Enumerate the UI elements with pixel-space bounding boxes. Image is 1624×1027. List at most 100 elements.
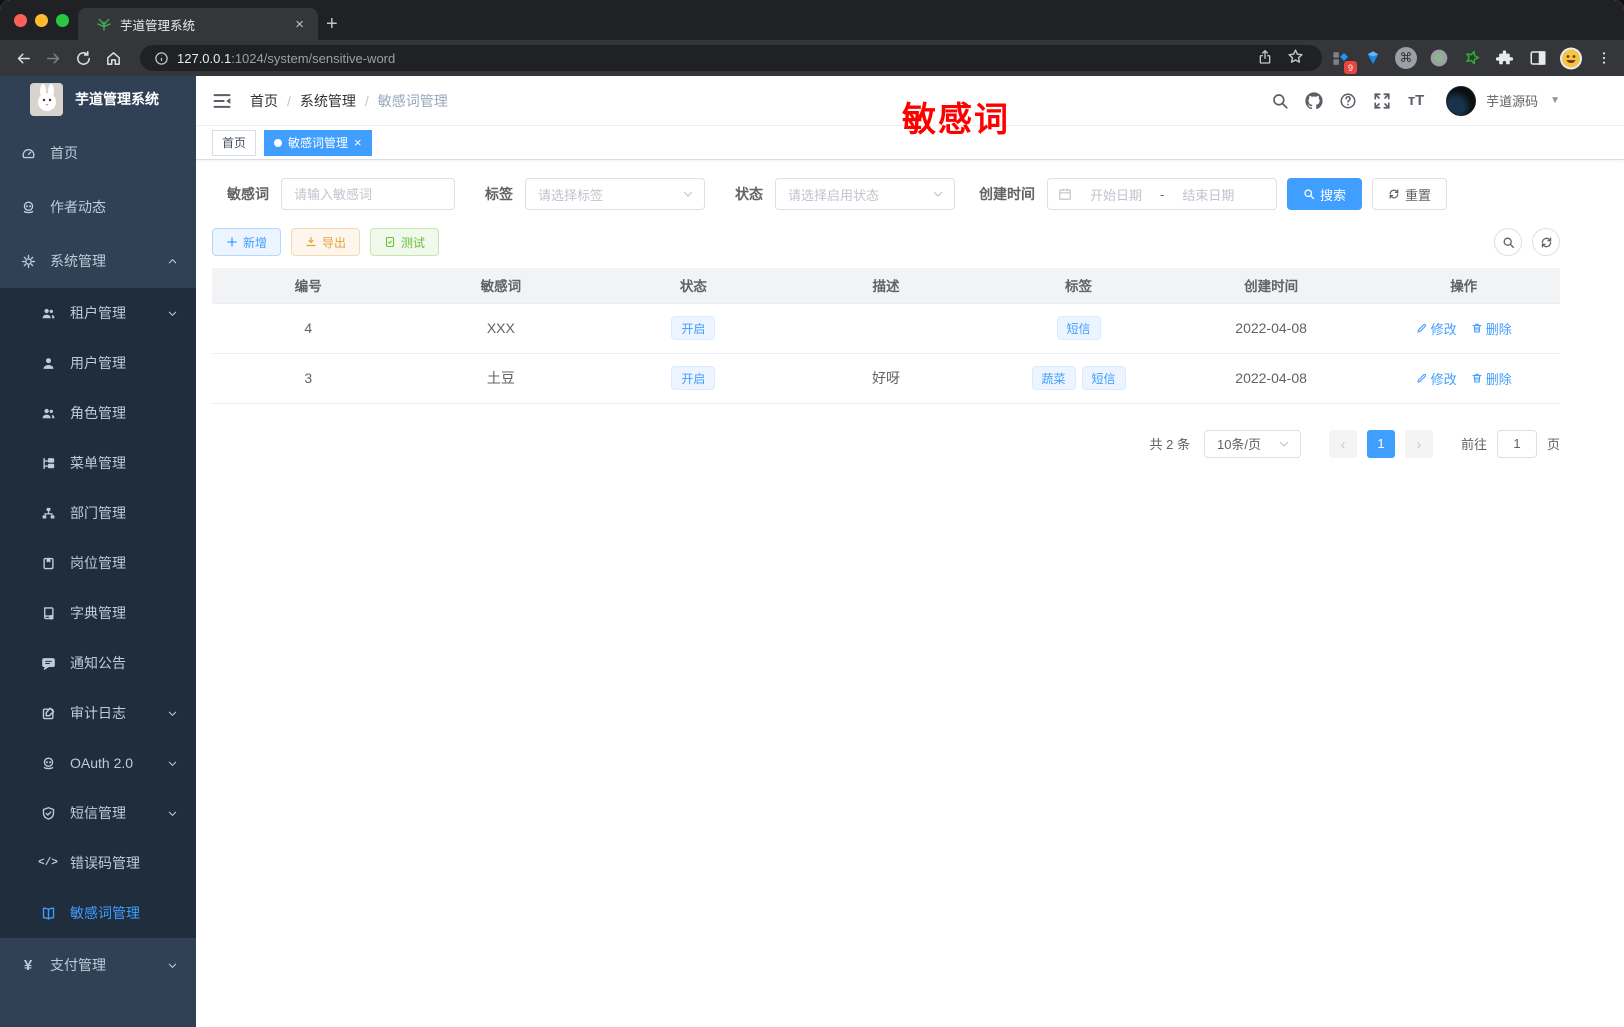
- breadcrumb-item-0[interactable]: 首页: [250, 91, 278, 111]
- user-icon: [40, 355, 56, 371]
- sidebar-toggle-icon[interactable]: [212, 90, 234, 112]
- current-page[interactable]: 1: [1366, 429, 1395, 458]
- reload-icon[interactable]: [68, 43, 98, 73]
- share-icon[interactable]: [1257, 49, 1273, 68]
- sidebar-item-notice[interactable]: 通知公告: [0, 638, 196, 688]
- extension-badge: 9: [1344, 61, 1357, 74]
- goto-label: 前往: [1460, 437, 1487, 452]
- user-avatar[interactable]: [1446, 85, 1477, 116]
- date-start[interactable]: 开始日期: [1080, 185, 1152, 204]
- status-tag: 开启: [671, 366, 716, 390]
- help-icon[interactable]: [1336, 89, 1360, 113]
- site-info-icon[interactable]: [154, 51, 169, 66]
- edit-icon: [40, 705, 56, 721]
- sidebar-item-pay[interactable]: ¥ 支付管理: [0, 938, 196, 992]
- tag-label: 标签: [485, 186, 513, 202]
- page-size-select[interactable]: 10条/页: [1203, 429, 1301, 458]
- delete-icon: [1471, 372, 1483, 384]
- extension-recorder-icon[interactable]: [1427, 46, 1451, 70]
- font-size-icon[interactable]: ᴛT: [1404, 89, 1428, 113]
- breadcrumb-separator: /: [364, 92, 369, 109]
- minimize-window-button[interactable]: [35, 14, 48, 27]
- home-icon[interactable]: [98, 43, 128, 73]
- calendar-icon: [1058, 187, 1072, 201]
- status-select[interactable]: 请选择启用状态: [775, 178, 955, 210]
- toggle-search-button[interactable]: [1494, 228, 1522, 256]
- date-separator: -: [1160, 186, 1165, 202]
- sidebar-item-home[interactable]: 首页: [0, 126, 196, 180]
- breadcrumb-item-1[interactable]: 系统管理: [300, 91, 356, 111]
- delete-button[interactable]: 删除: [1471, 369, 1512, 388]
- sidebar-item-post[interactable]: 岗位管理: [0, 538, 196, 588]
- sidebar-item-author-news[interactable]: 作者动态: [0, 180, 196, 234]
- github-icon[interactable]: [1302, 89, 1326, 113]
- username: 芋道源码: [1486, 94, 1539, 109]
- edit-button[interactable]: 修改: [1416, 369, 1457, 388]
- browser-tab[interactable]: 芋道管理系统 ×: [78, 8, 318, 40]
- goto-page-input[interactable]: [1497, 430, 1536, 457]
- chevron-down-icon[interactable]: ▼: [1550, 95, 1560, 106]
- browser-menu-kebab-icon[interactable]: [1592, 46, 1616, 70]
- prev-page-button[interactable]: ‹: [1328, 429, 1357, 458]
- navbar: 首页 / 系统管理 / 敏感词管理 敏感词 ᴛT 芋道源码 ▼: [196, 76, 1624, 139]
- tab-close-icon[interactable]: ×: [291, 16, 308, 33]
- zoom-window-button[interactable]: [56, 14, 69, 27]
- sidebar-item-label: 支付管理: [50, 957, 106, 973]
- close-icon[interactable]: ×: [354, 136, 362, 149]
- search-icon[interactable]: [1268, 89, 1292, 113]
- date-label: 创建时间: [979, 186, 1035, 202]
- sidebar-item-menu[interactable]: 菜单管理: [0, 438, 196, 488]
- sidebar-item-error-code[interactable]: </> 错误码管理: [0, 838, 196, 888]
- refresh-table-button[interactable]: [1532, 228, 1560, 256]
- url-bar[interactable]: 127.0.0.1:1024/system/sensitive-word: [140, 45, 1322, 71]
- date-end[interactable]: 结束日期: [1172, 185, 1244, 204]
- tab-label: 首页: [222, 136, 247, 150]
- bookmark-star-icon[interactable]: [1287, 48, 1304, 68]
- search-button[interactable]: 搜索: [1287, 178, 1363, 210]
- keyword-input[interactable]: [282, 179, 454, 209]
- extension-command-icon[interactable]: ⌘: [1394, 46, 1418, 70]
- extensions-puzzle-icon[interactable]: [1493, 46, 1517, 70]
- date-range-picker[interactable]: 开始日期 - 结束日期: [1047, 178, 1277, 210]
- op-label: 修改: [1430, 371, 1457, 387]
- favicon-plant-icon: [96, 16, 112, 32]
- sidebar-item-user[interactable]: 用户管理: [0, 338, 196, 388]
- new-tab-button[interactable]: +: [326, 10, 338, 38]
- sidebar-item-oauth[interactable]: OAuth 2.0: [0, 738, 196, 788]
- main-area: 首页 / 系统管理 / 敏感词管理 敏感词 ᴛT 芋道源码 ▼ 首页 敏感词管理…: [196, 76, 1624, 1027]
- delete-button[interactable]: 删除: [1471, 319, 1512, 338]
- label-tag: 短信: [1056, 316, 1101, 340]
- column-header: 操作: [1367, 268, 1560, 304]
- sidebar-item-dict[interactable]: 字典管理: [0, 588, 196, 638]
- sidebar-item-sms[interactable]: 短信管理: [0, 788, 196, 838]
- reset-button[interactable]: 重置: [1372, 178, 1448, 210]
- cell-word: XXX: [404, 303, 598, 354]
- sidebar-item-tenant[interactable]: 租户管理: [0, 288, 196, 338]
- extension-tampermonkey-icon[interactable]: 9: [1328, 46, 1357, 74]
- test-button[interactable]: 测试: [370, 228, 440, 256]
- next-page-button[interactable]: ›: [1404, 429, 1433, 458]
- view-tab[interactable]: 首页: [212, 129, 257, 156]
- add-button[interactable]: 新增: [212, 228, 282, 256]
- tree-icon: [40, 455, 56, 471]
- view-tab[interactable]: 敏感词管理 ×: [264, 129, 372, 156]
- app-logo-row[interactable]: 芋道管理系统: [0, 76, 196, 122]
- sidebar-item-dept[interactable]: 部门管理: [0, 488, 196, 538]
- back-icon[interactable]: [8, 43, 38, 73]
- profile-avatar-emoji[interactable]: [1559, 46, 1583, 70]
- extension-vue-devtools-icon[interactable]: [1460, 46, 1484, 70]
- sidebar-item-audit-log[interactable]: 审计日志: [0, 688, 196, 738]
- fullscreen-icon[interactable]: [1370, 89, 1394, 113]
- sidebar-item-system[interactable]: 系统管理: [0, 234, 196, 288]
- extension-gem-icon[interactable]: [1361, 46, 1385, 70]
- forward-icon[interactable]: [38, 43, 68, 73]
- close-window-button[interactable]: [14, 14, 27, 27]
- tag-select[interactable]: 请选择标签: [525, 178, 705, 210]
- side-panel-icon[interactable]: [1526, 46, 1550, 70]
- sidebar-item-sensitive-word[interactable]: 敏感词管理: [0, 888, 196, 938]
- table-header-row: 编号 敏感词 状态 描述 标签 创建时间 操作: [212, 268, 1560, 304]
- edit-button[interactable]: 修改: [1416, 319, 1457, 338]
- sidebar-item-role[interactable]: 角色管理: [0, 388, 196, 438]
- export-button[interactable]: 导出: [291, 228, 361, 256]
- tab-label: 敏感词管理: [288, 136, 349, 150]
